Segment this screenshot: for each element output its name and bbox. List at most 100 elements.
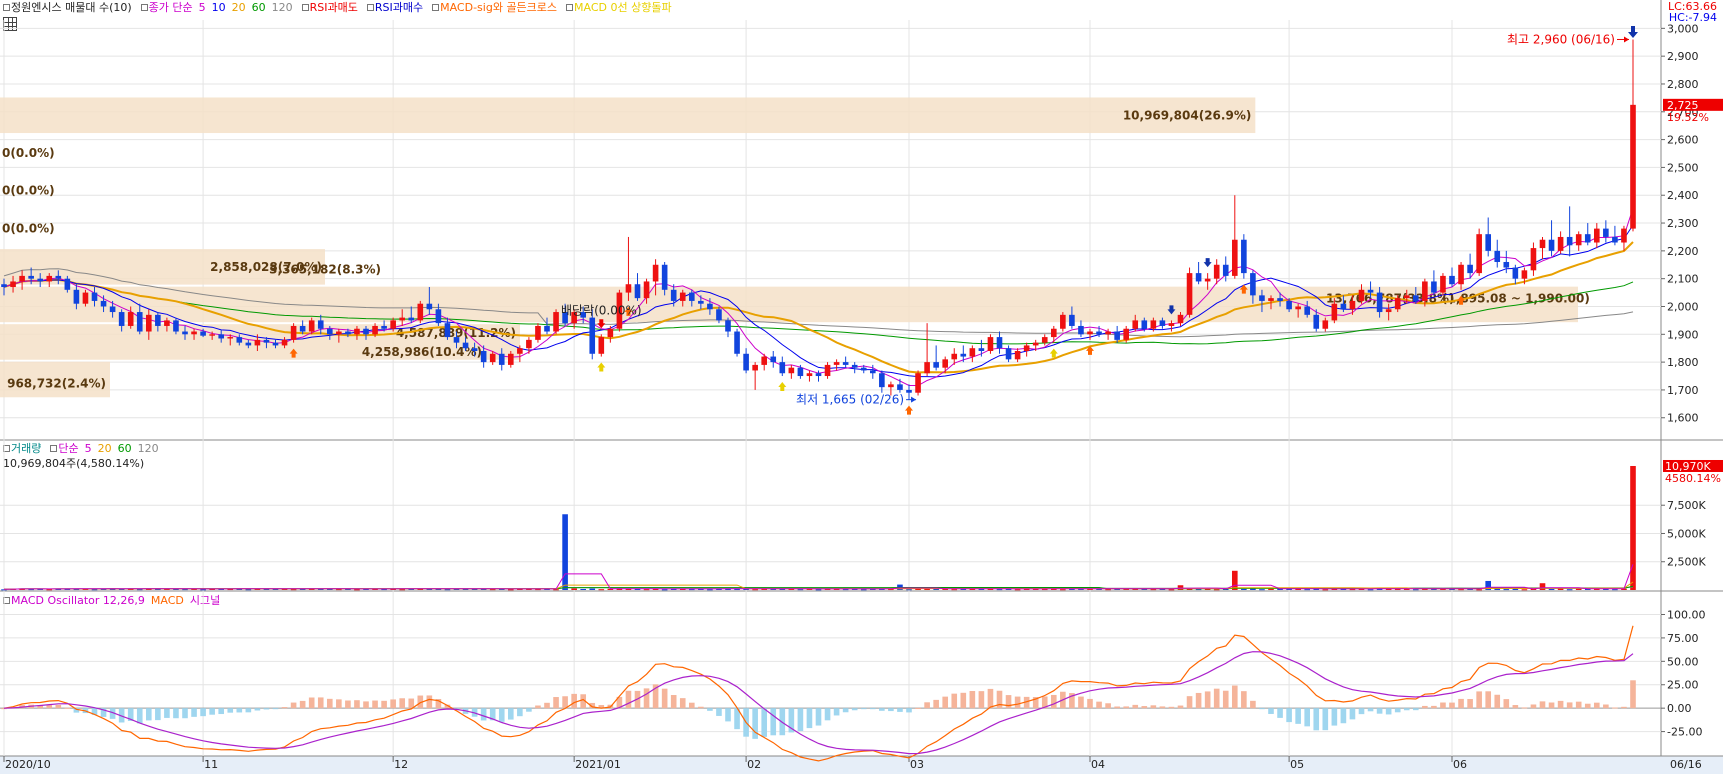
macd-histogram-bar xyxy=(1340,708,1347,724)
candle-body xyxy=(951,353,958,360)
candle-body xyxy=(1005,348,1012,360)
macd-histogram-bar xyxy=(761,708,768,737)
macd-histogram-bar xyxy=(1132,704,1139,709)
candle-body xyxy=(91,292,98,301)
candle-body xyxy=(1132,320,1139,329)
candle-body xyxy=(1449,275,1455,285)
candle-body xyxy=(1213,264,1220,279)
macd-histogram-bar xyxy=(354,700,360,709)
macd-histogram-bar xyxy=(752,708,758,739)
volume-bar xyxy=(951,589,958,591)
macd-histogram-bar xyxy=(1250,700,1256,709)
candle-body xyxy=(1141,320,1148,329)
macd-histogram-bar xyxy=(851,708,858,711)
candle-body xyxy=(824,364,831,377)
candle-body xyxy=(290,325,297,340)
volume-bar xyxy=(1548,589,1555,591)
macd-histogram-bar xyxy=(290,702,297,709)
macd-histogram-bar xyxy=(860,708,867,710)
macd-histogram-bar xyxy=(562,696,568,709)
macd-histogram-bar xyxy=(1078,696,1084,709)
candle-body xyxy=(1259,295,1265,301)
candle-body xyxy=(1485,234,1492,251)
macd-tick-label: 0.00 xyxy=(1667,702,1692,715)
macd-histogram-bar xyxy=(399,698,406,709)
macd-histogram-bar xyxy=(1186,696,1193,709)
volume-bar xyxy=(1412,589,1419,591)
candle-body xyxy=(191,331,197,335)
candle-body xyxy=(815,373,822,377)
candle-body xyxy=(82,292,89,304)
macd-histogram-bar xyxy=(770,708,777,736)
x-tick-label: 12 xyxy=(394,758,408,771)
macd-histogram-bar xyxy=(1014,696,1021,709)
candle-body xyxy=(1340,303,1347,310)
candle-body xyxy=(164,320,170,326)
volume-bar xyxy=(860,589,867,591)
price-tick-label: 1,600 xyxy=(1667,412,1699,425)
macd-histogram-bar xyxy=(1304,708,1311,727)
candle-body xyxy=(526,339,532,349)
candle-body xyxy=(906,389,912,393)
candle-body xyxy=(498,353,505,365)
candle-body xyxy=(915,373,921,393)
volume-bar xyxy=(1241,588,1247,590)
candle-body xyxy=(698,300,704,304)
volume-bar xyxy=(290,589,297,591)
candle-body xyxy=(317,320,324,329)
candle-body xyxy=(444,323,451,338)
candle-body xyxy=(1458,264,1464,285)
macd-histogram-bar xyxy=(336,699,342,709)
volume-bar xyxy=(1539,583,1546,590)
signal-arrow-down xyxy=(1628,26,1638,38)
macd-histogram-bar xyxy=(688,702,695,709)
volume-bar xyxy=(1105,589,1111,591)
macd-histogram-bar xyxy=(833,708,840,716)
macd-histogram-bar xyxy=(517,708,523,717)
candle-body xyxy=(1584,234,1591,243)
macd-histogram-bar xyxy=(155,708,161,721)
candle-body xyxy=(345,331,351,335)
candle-body xyxy=(218,334,225,339)
macd-histogram-bar xyxy=(1575,701,1582,709)
candle-body xyxy=(1476,234,1482,274)
candle-body xyxy=(127,312,134,326)
candle-body xyxy=(480,350,487,363)
candle-body xyxy=(462,342,469,349)
candle-body xyxy=(1548,239,1555,251)
low-annotation-arrowhead xyxy=(911,396,917,403)
candle-body xyxy=(254,339,261,346)
macd-histogram-bar xyxy=(879,708,885,711)
candle-body xyxy=(435,309,442,324)
macd-histogram-bar xyxy=(1494,694,1501,709)
volume-bar xyxy=(399,589,406,591)
candle-body xyxy=(788,367,795,374)
macd-histogram-bar xyxy=(1241,691,1247,709)
candle-body xyxy=(842,362,849,365)
signal-arrow-down xyxy=(1203,258,1212,268)
volume-profile-label: 968,732(2.4%) xyxy=(7,377,106,391)
macd-histogram-bar xyxy=(408,698,415,709)
candle-body xyxy=(670,289,677,301)
volume-bar xyxy=(1168,589,1175,591)
macd-histogram-bar xyxy=(1557,700,1564,709)
macd-histogram-bar xyxy=(1530,704,1537,709)
candle-body xyxy=(1096,331,1102,335)
macd-histogram-bar xyxy=(136,708,143,724)
candle-body xyxy=(281,339,288,346)
candle-body xyxy=(1376,292,1383,313)
high-annotation-arrowhead xyxy=(1624,36,1629,43)
macd-histogram-bar xyxy=(1286,708,1292,723)
volume-bar xyxy=(1014,589,1021,591)
candle-body xyxy=(372,325,378,335)
candle-body xyxy=(46,275,53,282)
macd-histogram-bar xyxy=(698,706,704,709)
candle-body xyxy=(707,303,713,310)
volume-bar xyxy=(707,589,713,591)
volume-profile-label: 3,365,182(8.3%) xyxy=(269,263,381,277)
stock-chart-window[interactable]: 정원엔시스 매물대 수(10) 종가 단순 5 10 20 60 120 RSI과매도 RSI과… xyxy=(0,0,1723,774)
chart-canvas[interactable]: 2020/10 11 12 2021/01 02 03 04 05 06 06/16 1,600 1,… xyxy=(0,0,1723,774)
x-tick-label: 2020/10 xyxy=(5,758,51,771)
macd-histogram-bar xyxy=(1159,706,1166,709)
candle-body xyxy=(1041,337,1048,343)
